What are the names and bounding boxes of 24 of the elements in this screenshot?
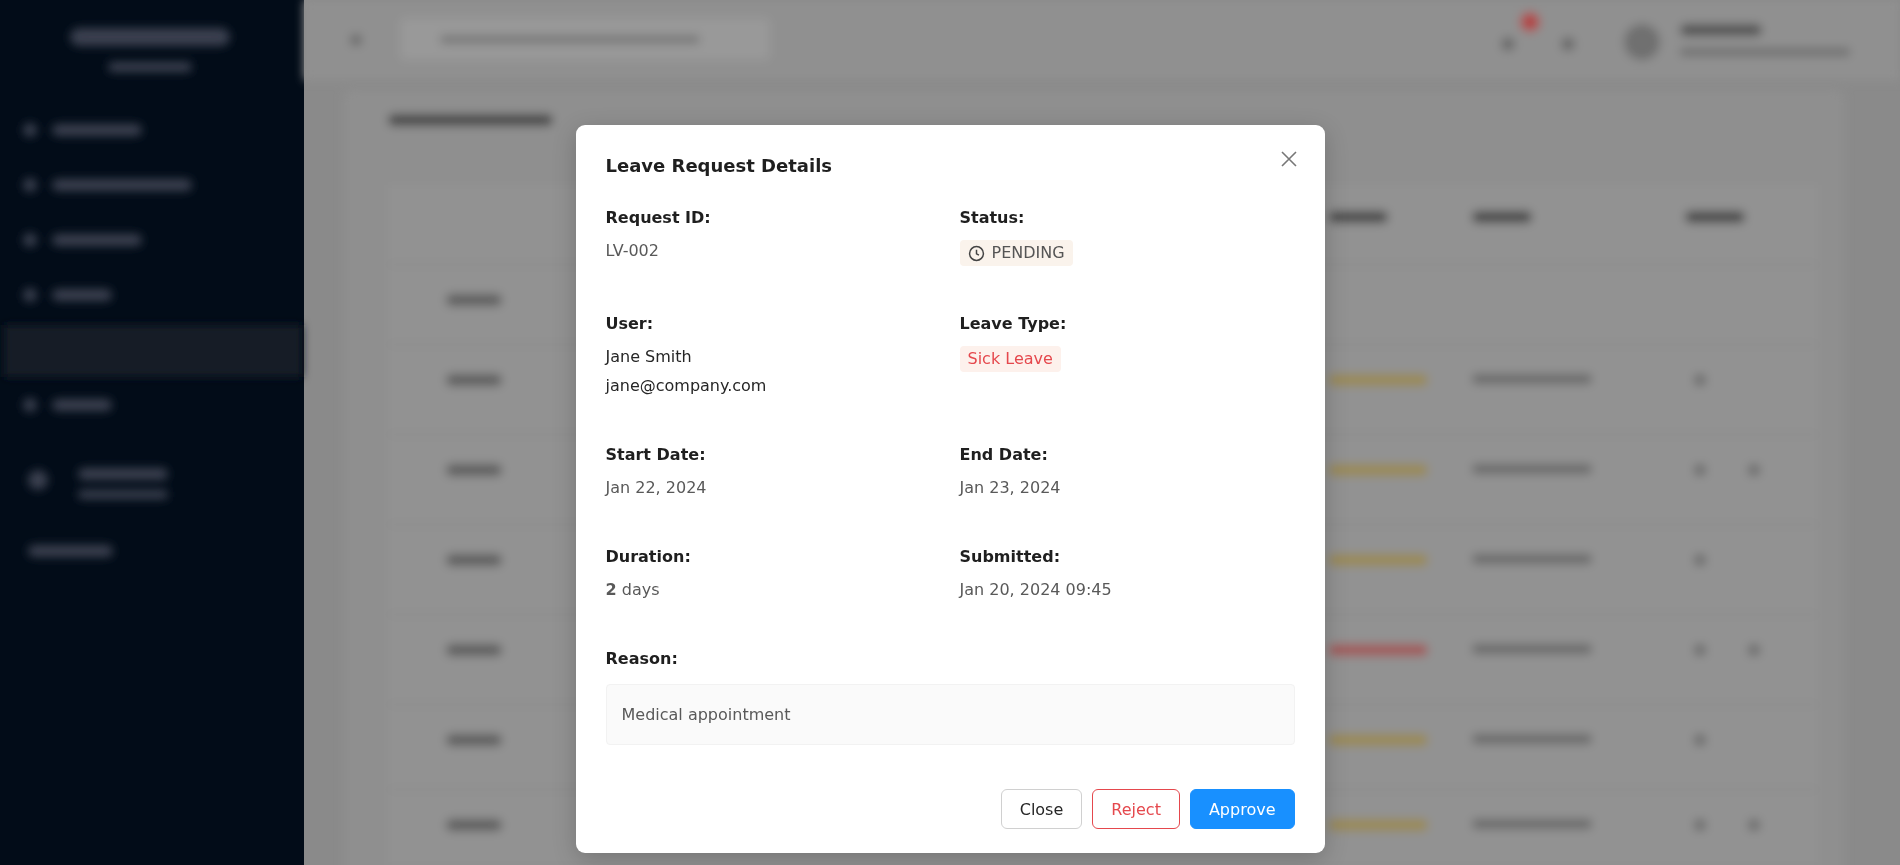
field-value: 2 days	[605, 579, 660, 601]
field-label: Request ID:	[605, 208, 711, 227]
field-value: Jan 22, 2024	[605, 477, 707, 499]
user-name: Jane Smith	[605, 346, 692, 368]
field-label: Status:	[959, 208, 1025, 227]
reject-button[interactable]: Reject	[1092, 789, 1180, 829]
dialog-title: Leave Request Details	[605, 155, 833, 176]
field-label: Duration:	[605, 547, 691, 566]
field-label: End Date:	[959, 445, 1048, 464]
user-email: jane@company.com	[605, 375, 767, 397]
leave-type-tag: Sick Leave	[959, 346, 1061, 372]
reason-text: Medical appointment	[605, 684, 1295, 745]
field-label: Leave Type:	[959, 314, 1067, 333]
status-text: PENDING	[991, 242, 1065, 264]
field-label: Submitted:	[959, 547, 1061, 566]
clock-icon	[967, 244, 985, 262]
field-label: Start Date:	[605, 445, 706, 464]
field-label: User:	[605, 314, 654, 333]
field-value: Jan 20, 2024 09:45	[959, 579, 1112, 601]
approve-button[interactable]: Approve	[1189, 789, 1295, 829]
field-value: LV-002	[605, 240, 659, 262]
field-value: Jan 23, 2024	[959, 477, 1061, 499]
field-label: Reason:	[605, 649, 679, 668]
close-button[interactable]: Close	[1000, 789, 1083, 829]
